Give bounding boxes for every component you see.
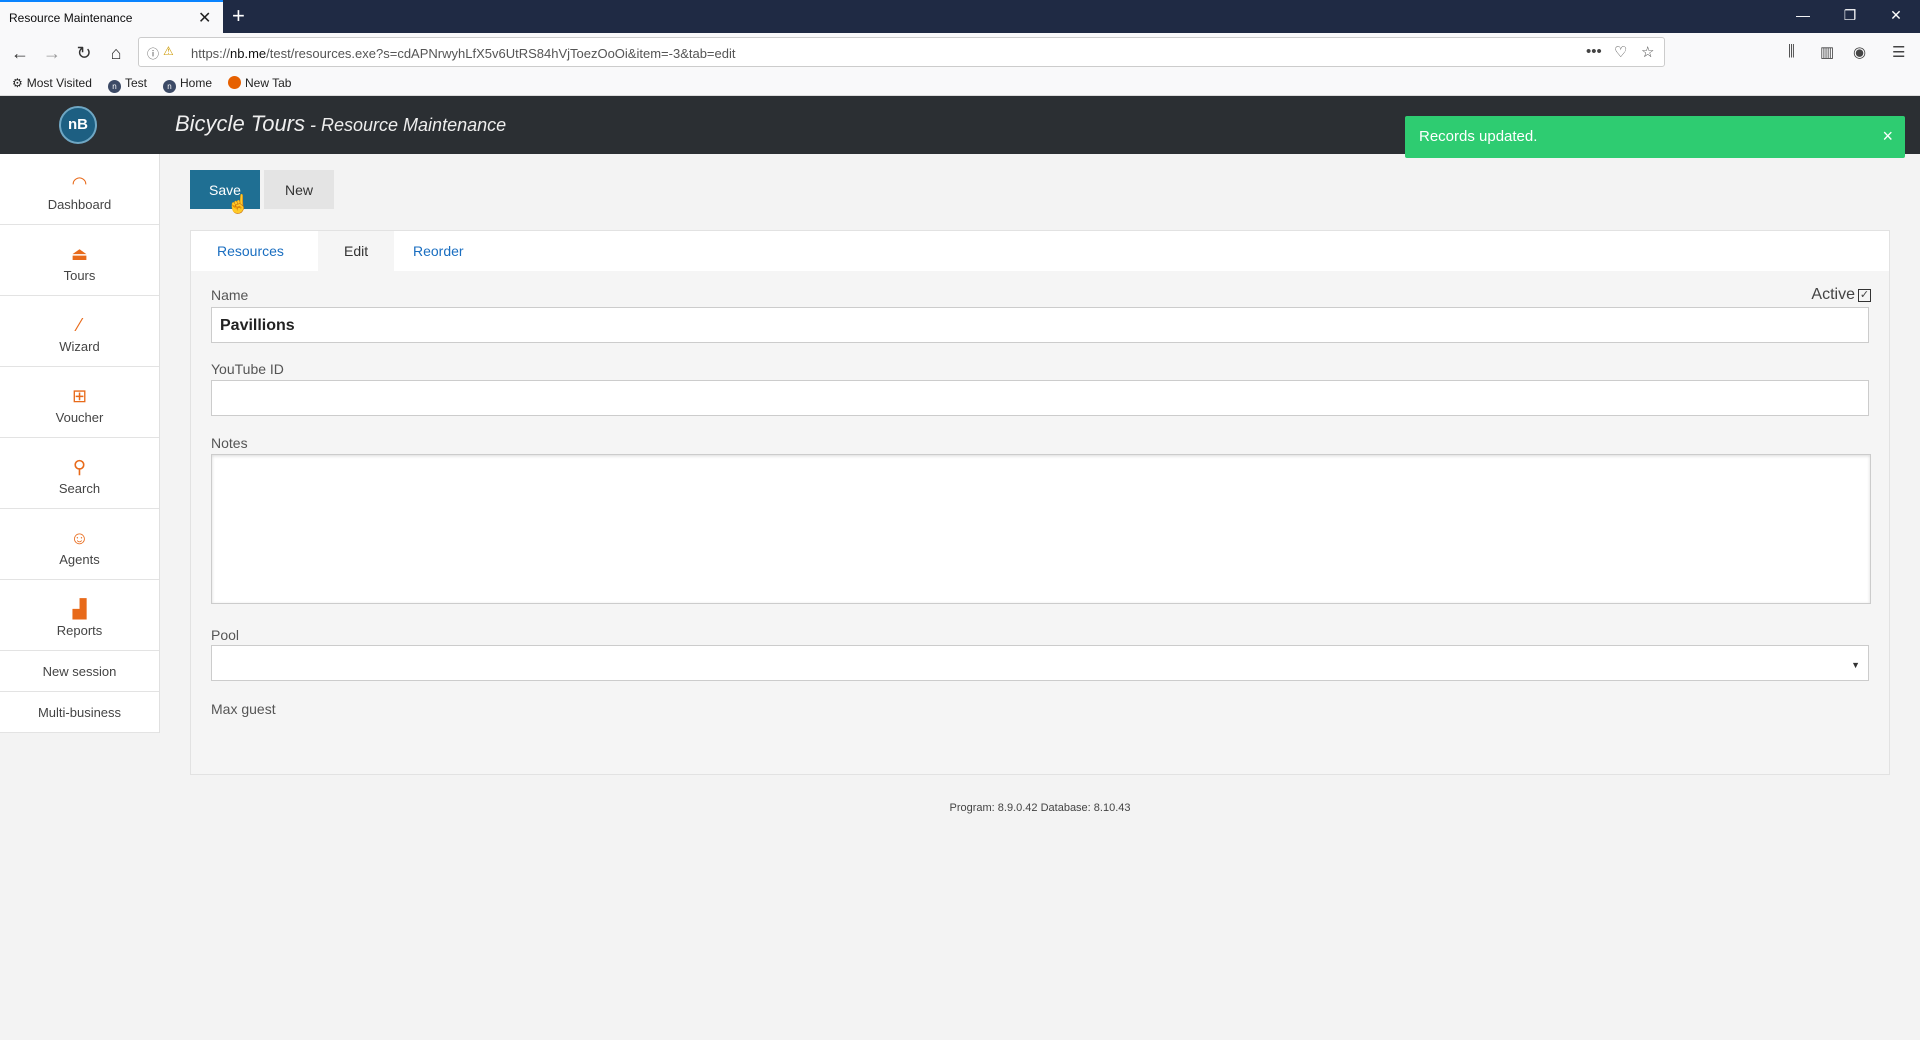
menu-icon[interactable]: ☰ (1892, 43, 1905, 61)
new-tab-icon[interactable]: + (232, 3, 245, 29)
browser-tab-bar: Resource Maintenance ✕ + — ❐ ✕ (0, 0, 1920, 33)
sidebar: ◠ Dashboard ⏏ Tours ⁄ Wizard ⊞ Voucher ⚲… (0, 154, 160, 733)
save-button[interactable]: Save (190, 170, 260, 209)
agent-icon: ☺ (70, 528, 89, 548)
sidebar-toggle-icon[interactable]: ▥ (1820, 43, 1834, 61)
name-label: Name (211, 287, 249, 303)
sidebar-item-tours[interactable]: ⏏ Tours (0, 225, 159, 296)
browser-tab-title: Resource Maintenance (9, 11, 133, 25)
notes-label: Notes (211, 435, 248, 451)
browser-nav-bar: ← → ↻ ⌂ ⓘ ⚠ https://nb.me/test/resources… (0, 33, 1920, 73)
home-icon[interactable]: ⌂ (104, 41, 128, 65)
sidebar-link-new-session[interactable]: New session (0, 651, 159, 692)
library-icon[interactable]: ⫼ (1788, 43, 1795, 60)
url-path: /test/resources.exe?s=cdAPNrwyhLfX5v6UtR… (266, 46, 736, 61)
forward-icon[interactable]: → (40, 41, 64, 65)
mouse-cursor-icon: ☝ (227, 194, 250, 214)
pocket-icon[interactable]: ♡ (1614, 43, 1627, 61)
bookmark-star-icon[interactable]: ☆ (1641, 43, 1654, 61)
close-icon[interactable]: × (1882, 126, 1893, 147)
toast-message: Records updated. (1419, 128, 1538, 145)
active-label: Active (1811, 286, 1855, 303)
firefox-icon (228, 76, 241, 89)
sidebar-item-dashboard[interactable]: ◠ Dashboard (0, 154, 159, 225)
restore-icon[interactable]: ❐ (1840, 7, 1860, 24)
info-icon[interactable]: ⓘ (147, 45, 159, 62)
page-title: Bicycle Tours - Resource Maintenance (175, 111, 507, 136)
tab-strip: Resources Edit Reorder (191, 231, 1889, 271)
tab-edit[interactable]: Edit (318, 231, 395, 271)
new-button[interactable]: New (264, 170, 334, 209)
page-actions-icon[interactable]: ••• (1586, 43, 1602, 60)
url-text: https://nb.me/test/resources.exe?s=cdAPN… (191, 46, 736, 61)
url-bar[interactable]: ⓘ ⚠ https://nb.me/test/resources.exe?s=c… (138, 37, 1665, 67)
pool-label: Pool (211, 627, 240, 643)
bookmark-new-tab[interactable]: New Tab (228, 76, 291, 90)
search-icon: ⚲ (72, 457, 87, 477)
name-value: Pavillions (220, 317, 295, 334)
gift-icon: ⊞ (71, 386, 88, 406)
chevron-down-icon: ▼ (1851, 660, 1860, 670)
app-logo[interactable]: nB (59, 106, 97, 144)
active-checkbox[interactable]: ✓ (1858, 289, 1871, 302)
sidebar-link-multi-business[interactable]: Multi-business (0, 692, 159, 733)
gear-icon: ⚙ (12, 76, 23, 90)
window-close-icon[interactable]: ✕ (1886, 7, 1906, 24)
sidebar-item-agents[interactable]: ☺ Agents (0, 509, 159, 580)
pool-select[interactable]: ▼ (211, 645, 1869, 681)
reload-icon[interactable]: ↻ (72, 41, 96, 65)
sidebar-item-wizard[interactable]: ⁄ Wizard (0, 296, 159, 367)
max-guest-label: Max guest (211, 701, 276, 717)
sidebar-item-reports[interactable]: ▟ Reports (0, 580, 159, 651)
back-icon[interactable]: ← (8, 41, 32, 65)
name-field[interactable]: Pavillions (211, 307, 1869, 343)
insecure-lock-icon[interactable]: ⚠ (163, 44, 174, 58)
bookmark-home[interactable]: n Home (163, 76, 212, 93)
browser-tab[interactable]: Resource Maintenance ✕ (0, 0, 223, 33)
dashboard-icon: ◠ (71, 173, 88, 193)
hanger-icon: ⏏ (70, 244, 88, 264)
bookmarks-bar: ⚙ Most Visited n Test n Home New Tab (0, 73, 1920, 96)
url-prefix: https:// (191, 46, 231, 61)
success-toast: Records updated. × (1405, 116, 1905, 158)
chart-icon: ▟ (72, 599, 87, 619)
nb-favicon-icon: n (108, 80, 121, 93)
notes-field[interactable] (211, 454, 1871, 604)
minimize-icon[interactable]: — (1793, 7, 1813, 23)
youtube-label: YouTube ID (211, 361, 284, 377)
tab-reorder[interactable]: Reorder (387, 231, 490, 271)
tab-resources[interactable]: Resources (191, 231, 310, 271)
wand-icon: ⁄ (77, 315, 81, 335)
bookmark-most-visited[interactable]: ⚙ Most Visited (12, 76, 92, 90)
sidebar-item-search[interactable]: ⚲ Search (0, 438, 159, 509)
nb-favicon-icon: n (163, 80, 176, 93)
sidebar-item-voucher[interactable]: ⊞ Voucher (0, 367, 159, 438)
account-icon[interactable]: ◉ (1853, 43, 1866, 61)
close-tab-icon[interactable]: ✕ (198, 8, 211, 28)
resource-edit-panel: Resources Edit Reorder Name Active ✓ Pavi… (190, 230, 1890, 775)
youtube-id-field[interactable] (211, 380, 1869, 416)
bookmark-test[interactable]: n Test (108, 76, 147, 93)
version-footer: Program: 8.9.0.42 Database: 8.10.43 (949, 802, 1131, 814)
active-toggle[interactable]: Active ✓ (1811, 286, 1871, 304)
url-host: nb.me (230, 46, 267, 61)
